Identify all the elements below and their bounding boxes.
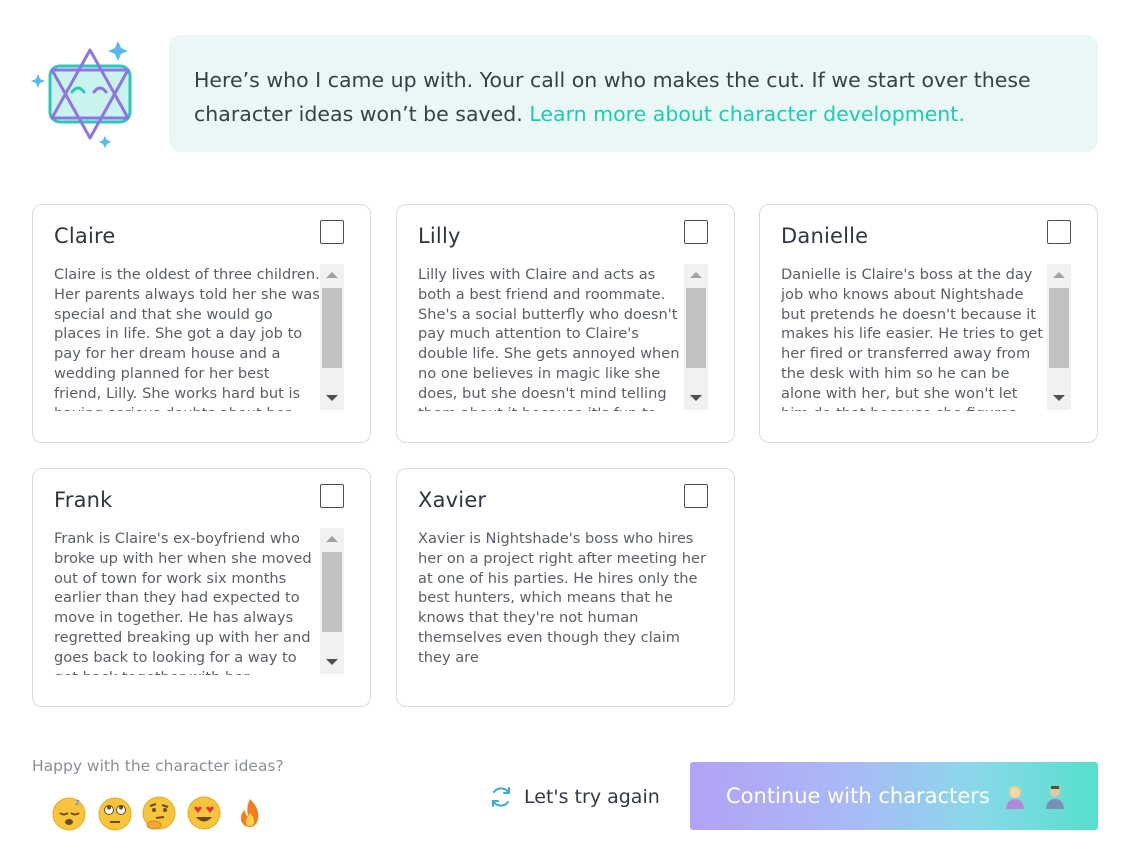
- select-checkbox[interactable]: [320, 484, 344, 508]
- scroll-down-icon[interactable]: [690, 395, 702, 401]
- svg-text:z: z: [75, 798, 80, 808]
- scroll-up-icon[interactable]: [326, 536, 338, 542]
- description-scrollbar[interactable]: [684, 264, 708, 410]
- description-scrollbar[interactable]: [1047, 264, 1071, 410]
- feedback-label: Happy with the character ideas?: [32, 757, 284, 775]
- scrollbar-thumb[interactable]: [1049, 288, 1069, 368]
- select-checkbox[interactable]: [684, 220, 708, 244]
- sleepy-face-icon[interactable]: z: [51, 795, 87, 831]
- scroll-up-icon[interactable]: [326, 272, 338, 278]
- scroll-down-icon[interactable]: [326, 659, 338, 665]
- thinking-face-icon[interactable]: [141, 795, 177, 831]
- scroll-up-icon[interactable]: [690, 272, 702, 278]
- select-checkbox[interactable]: [1047, 220, 1071, 244]
- person-icon: [1005, 786, 1024, 809]
- character-description: Lilly lives with Claire and acts as both…: [418, 266, 680, 411]
- heart-eyes-face-icon[interactable]: [186, 795, 222, 831]
- continue-label: Continue with characters: [726, 784, 990, 808]
- refresh-icon: [492, 787, 510, 807]
- character-card-claire: Claire Claire is the oldest of three chi…: [32, 204, 371, 443]
- character-description: Claire is the oldest of three children. …: [54, 266, 320, 411]
- retry-button[interactable]: Let's try again: [488, 783, 660, 811]
- fire-icon[interactable]: [232, 795, 268, 831]
- scrollbar-thumb[interactable]: [322, 288, 342, 368]
- description-scrollbar[interactable]: [320, 528, 344, 674]
- scrollbar-thumb[interactable]: [686, 288, 706, 368]
- learn-more-link[interactable]: Learn more about character development.: [529, 102, 965, 126]
- scroll-up-icon[interactable]: [1053, 272, 1065, 278]
- character-description: Frank is Claire's ex-boyfriend who broke…: [54, 530, 312, 675]
- scrollbar-thumb[interactable]: [322, 552, 342, 632]
- retry-label: Let's try again: [524, 786, 660, 808]
- description-scrollbar[interactable]: [320, 264, 344, 410]
- character-name: Frank: [54, 488, 113, 512]
- assistant-avatar-icon: [28, 38, 138, 148]
- people-icons: [1002, 783, 1068, 809]
- character-card-xavier: Xavier Xavier is Nightshade's boss who h…: [396, 468, 735, 707]
- intro-message: Here’s who I came up with. Your call on …: [169, 35, 1098, 152]
- character-name: Claire: [54, 224, 116, 248]
- scroll-down-icon[interactable]: [1053, 395, 1065, 401]
- scroll-down-icon[interactable]: [326, 395, 338, 401]
- character-description: Danielle is Claire's boss at the day job…: [781, 266, 1044, 411]
- character-description: Xavier is Nightshade's boss who hires he…: [418, 530, 706, 666]
- eye-roll-face-icon[interactable]: [97, 795, 133, 831]
- character-name: Xavier: [418, 488, 487, 512]
- select-checkbox[interactable]: [684, 484, 708, 508]
- continue-button[interactable]: Continue with characters: [690, 762, 1098, 830]
- character-card-lilly: Lilly Lilly lives with Claire and acts a…: [396, 204, 735, 443]
- select-checkbox[interactable]: [320, 220, 344, 244]
- character-name: Danielle: [781, 224, 869, 248]
- character-name: Lilly: [418, 224, 461, 248]
- person-icon: [1045, 786, 1064, 809]
- character-card-danielle: Danielle Danielle is Claire's boss at th…: [759, 204, 1098, 443]
- character-card-frank: Frank Frank is Claire's ex-boyfriend who…: [32, 468, 371, 707]
